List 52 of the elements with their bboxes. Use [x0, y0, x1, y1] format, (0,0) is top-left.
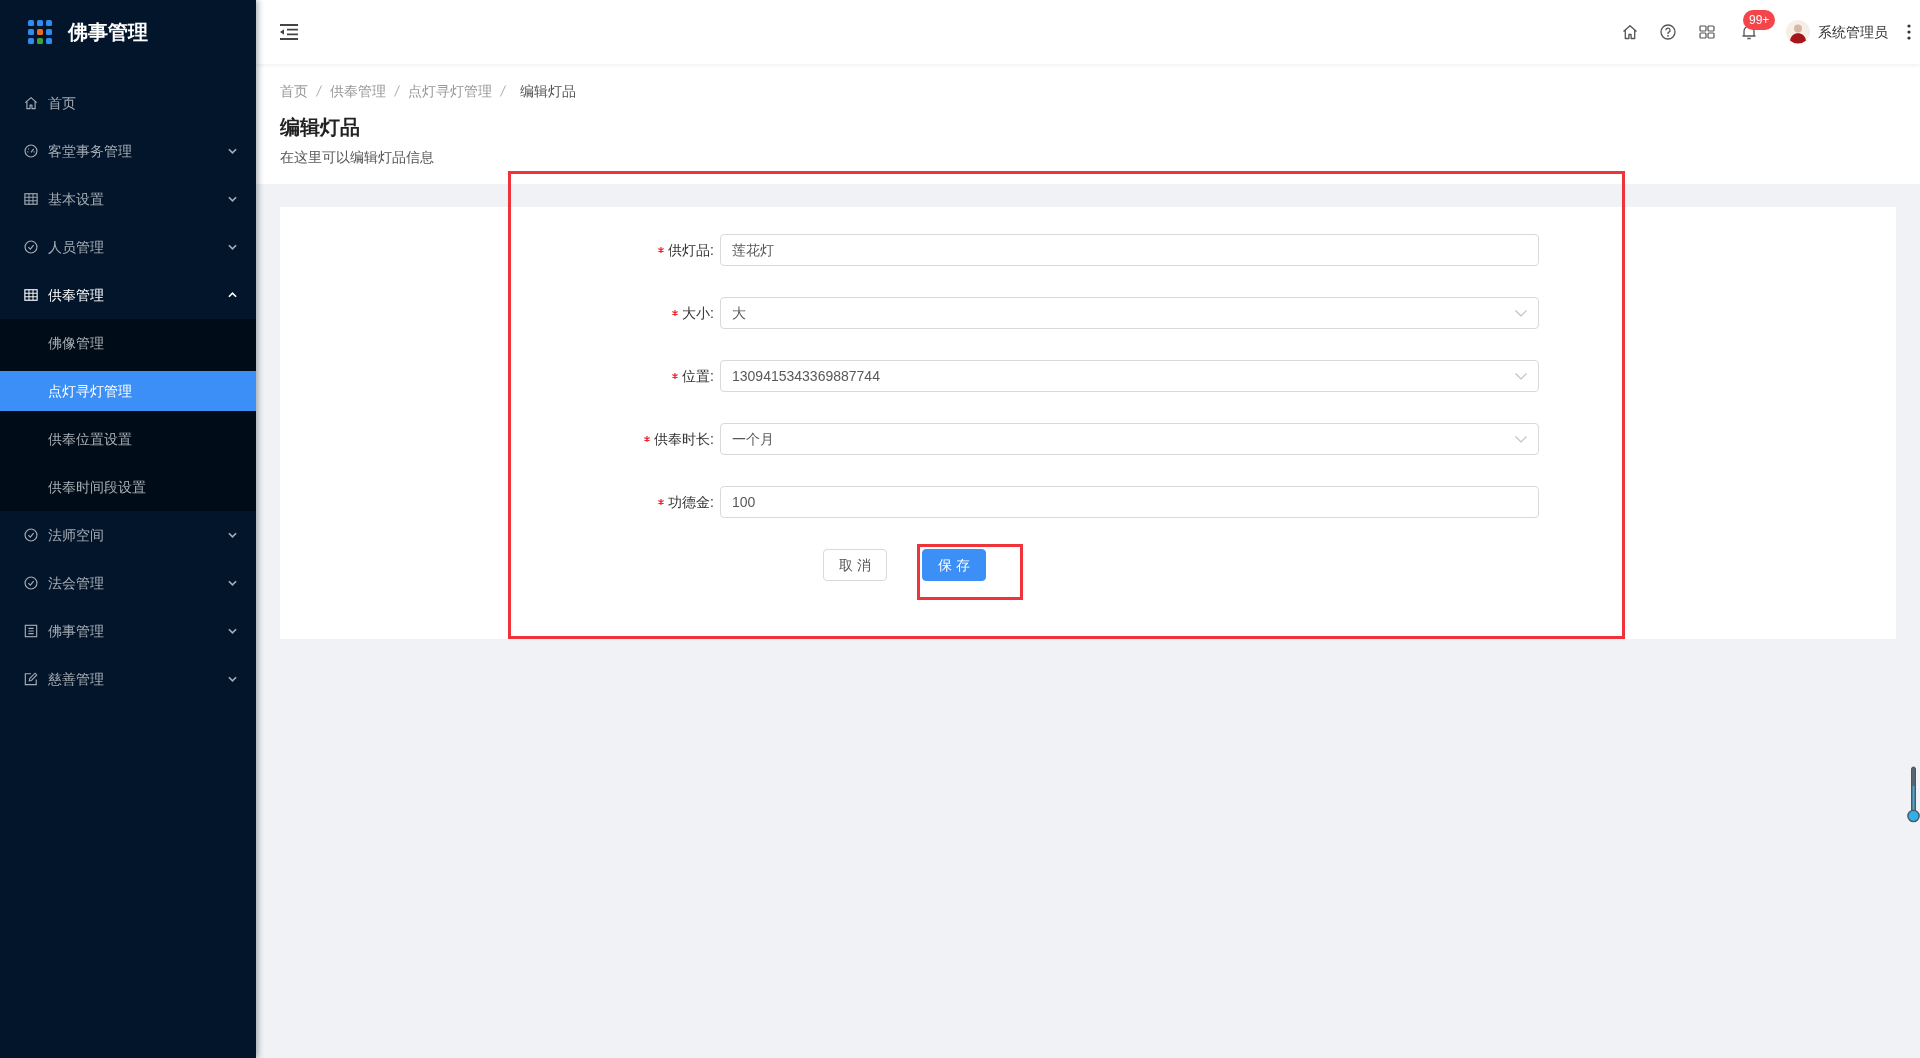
breadcrumb-current: 编辑灯品 [520, 82, 576, 101]
slash-icon [394, 85, 400, 97]
app-logo-icon [28, 20, 52, 44]
grid-icon [24, 288, 38, 302]
apps-icon[interactable] [1699, 24, 1715, 40]
help-icon[interactable] [1660, 24, 1676, 40]
submenu-item[interactable]: 供奉位置设置 [0, 419, 256, 459]
submenu-item[interactable]: 佛像管理 [0, 323, 256, 363]
sidebar-menu-item[interactable]: 法师空间 [0, 515, 256, 555]
chevron-down-icon [1515, 372, 1527, 380]
more-icon[interactable] [1907, 24, 1911, 40]
gauge-icon [24, 144, 38, 158]
page-subtitle: 在这里可以编辑灯品信息 [280, 148, 435, 167]
sidebar-menu-item[interactable]: 法会管理 [0, 563, 256, 603]
sidebar-menu-item[interactable]: 人员管理 [0, 227, 256, 267]
sidebar-menu-item[interactable]: 首页 [0, 83, 256, 123]
slash-icon [500, 85, 506, 97]
field-label: 位置: [682, 366, 714, 386]
select-field[interactable]: 一个月 [720, 423, 1539, 455]
sidebar-menu-item[interactable]: 佛事管理 [0, 611, 256, 651]
page-title: 编辑灯品 [280, 115, 361, 140]
field-label: 功德金: [668, 492, 714, 512]
check-circle-icon [24, 528, 38, 542]
text-input[interactable]: 莲花灯 [720, 234, 1539, 266]
app-title: 佛事管理 [68, 20, 148, 45]
home-icon [24, 96, 38, 110]
check-circle-icon [24, 576, 38, 590]
sidebar-menu-item[interactable]: 客堂事务管理 [0, 131, 256, 171]
sidebar-menu-item[interactable]: 慈善管理 [0, 659, 256, 699]
sidebar-menu-item[interactable]: 基本设置 [0, 179, 256, 219]
text-input[interactable]: 100 [720, 486, 1539, 518]
cancel-button[interactable]: 取 消 [823, 549, 887, 581]
select-field[interactable]: 1309415343369887744 [720, 360, 1539, 392]
home-icon[interactable] [1622, 24, 1638, 40]
edit-icon [24, 672, 38, 686]
notification-badge: 99+ [1743, 10, 1776, 30]
chevron-down-icon [1515, 435, 1527, 443]
avatar[interactable] [1786, 20, 1810, 44]
submenu-item[interactable]: 供奉时间段设置 [0, 467, 256, 507]
select-field[interactable]: 大 [720, 297, 1539, 329]
menu-fold-icon[interactable] [280, 24, 298, 40]
field-label: 供奉时长: [654, 429, 714, 449]
slash-icon [316, 85, 322, 97]
grid-icon [24, 192, 38, 206]
user-name[interactable]: 系统管理员 [1818, 21, 1888, 43]
check-circle-icon [24, 240, 38, 254]
thermometer-icon [1907, 766, 1920, 823]
field-label: 供灯品: [668, 240, 714, 260]
list-icon [24, 624, 38, 638]
field-label: 大小: [682, 303, 714, 323]
sidebar-menu-item[interactable]: 供奉管理 [0, 275, 256, 315]
chevron-down-icon [1515, 309, 1527, 317]
